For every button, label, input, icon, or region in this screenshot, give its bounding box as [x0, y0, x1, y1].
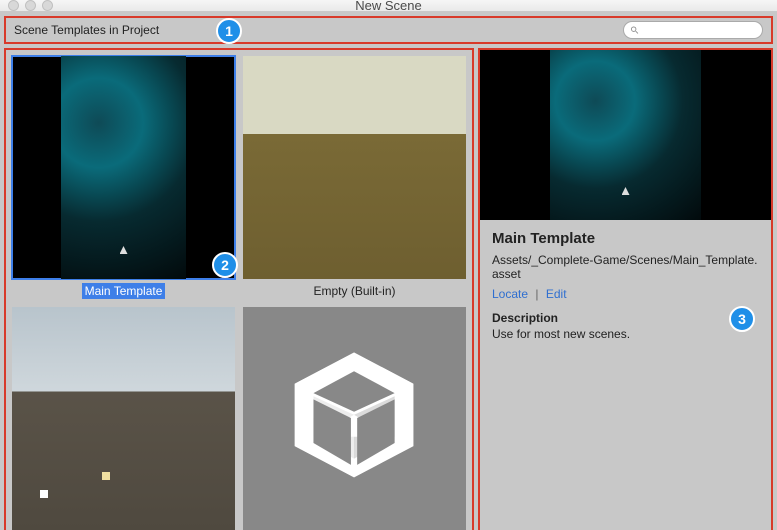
window-traffic-lights [8, 0, 53, 11]
template-label: Main Template [82, 283, 166, 299]
template-thumbnail [243, 307, 466, 530]
search-section: Scene Templates in Project 1 [4, 16, 773, 44]
template-thumbnail [12, 56, 235, 279]
details-asset-path: Assets/_Complete-Game/Scenes/Main_Templa… [492, 253, 759, 281]
window-titlebar: New Scene [0, 0, 777, 12]
edit-link[interactable]: Edit [546, 287, 567, 301]
template-thumbnail [12, 307, 235, 530]
minimize-icon[interactable] [25, 0, 36, 11]
search-box[interactable] [623, 21, 763, 39]
details-preview [480, 50, 771, 220]
description-heading: Description [492, 311, 759, 325]
templates-scroll[interactable]: Main Template Empty (Built-in) [6, 50, 472, 530]
template-tile[interactable] [243, 307, 466, 530]
details-title: Main Template [492, 230, 759, 247]
template-tile[interactable]: Empty (Built-in) [243, 56, 466, 299]
template-thumbnail [243, 56, 466, 279]
template-tile[interactable]: Main Template [12, 56, 235, 299]
locate-link[interactable]: Locate [492, 287, 528, 301]
unity-logo-icon [276, 340, 432, 496]
zoom-icon[interactable] [42, 0, 53, 11]
search-section-label: Scene Templates in Project [14, 23, 159, 37]
search-input[interactable] [642, 24, 756, 36]
search-icon [630, 25, 639, 35]
templates-grid-panel: Main Template Empty (Built-in) [4, 48, 474, 530]
template-details-panel: Main Template Assets/_Complete-Game/Scen… [478, 48, 773, 530]
template-tile[interactable] [12, 307, 235, 530]
description-text: Use for most new scenes. [492, 327, 759, 341]
close-icon[interactable] [8, 0, 19, 11]
pin-icon[interactable] [216, 260, 230, 274]
new-scene-dialog: New Scene Scene Templates in Project 1 [0, 0, 777, 530]
callout-1: 1 [216, 18, 242, 44]
details-links: Locate | Edit [492, 287, 759, 301]
template-label: Empty (Built-in) [310, 283, 398, 299]
